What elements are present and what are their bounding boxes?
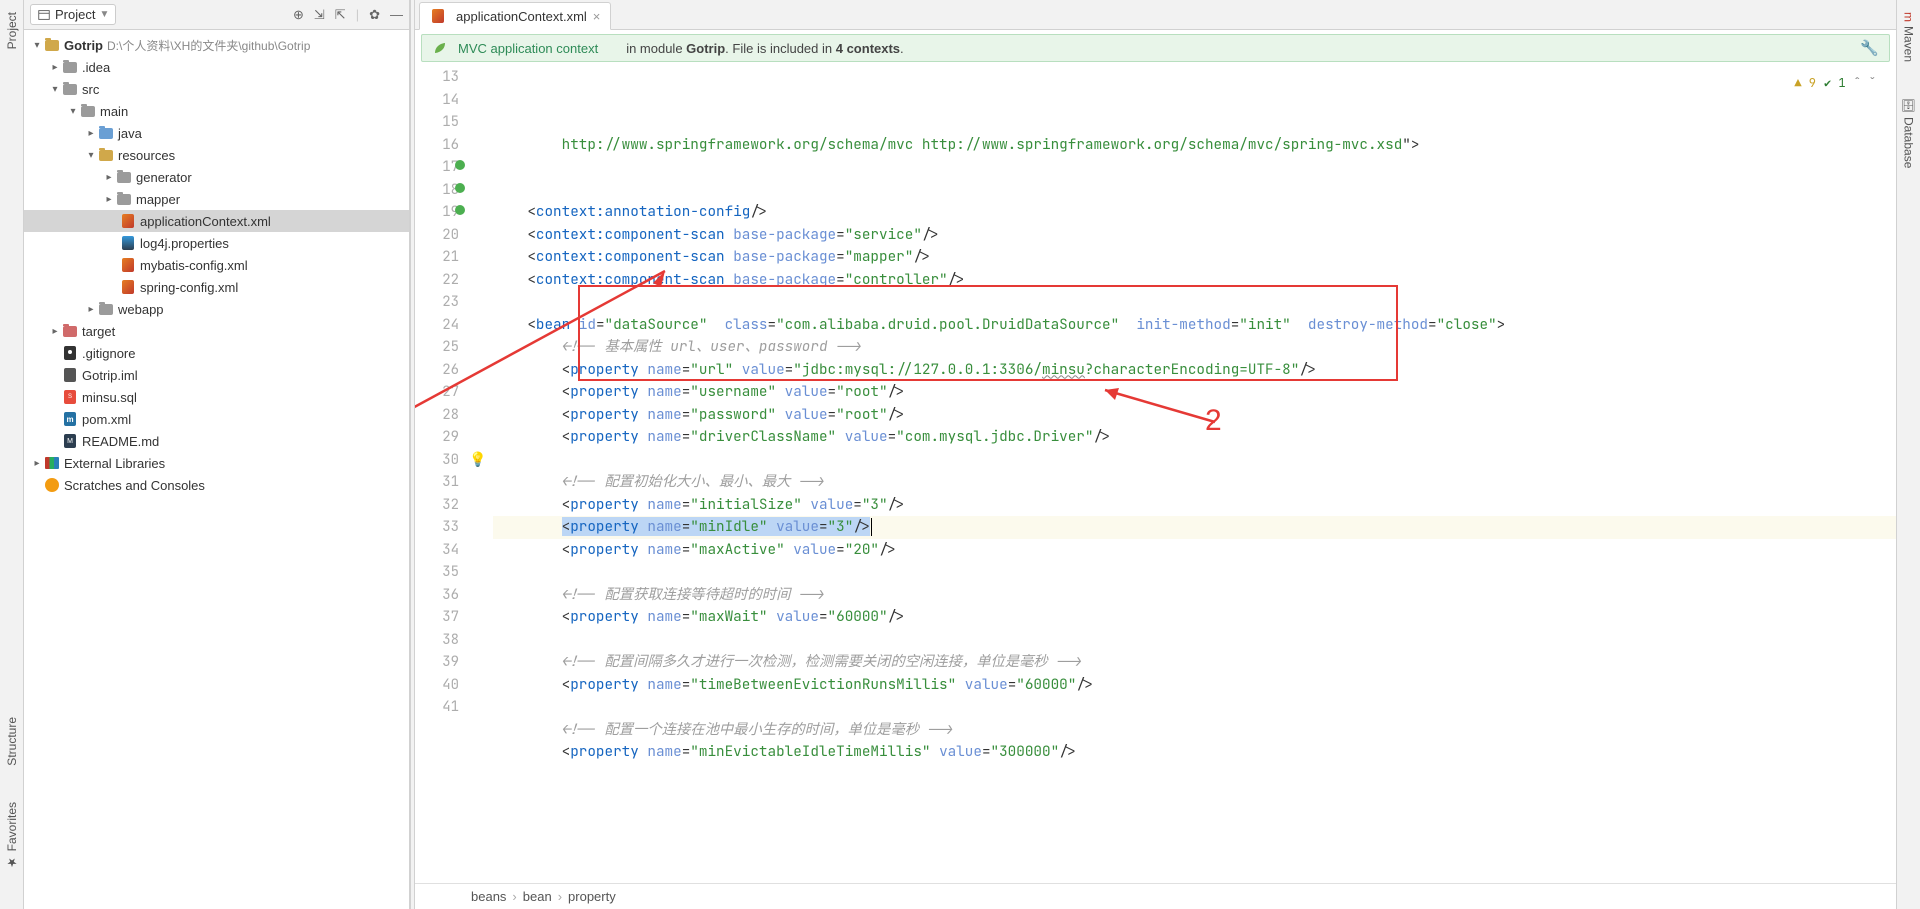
breadcrumbs[interactable]: beans › bean › property [415,883,1896,909]
rail-maven[interactable]: m Maven [1902,6,1916,68]
locate-icon[interactable]: ⊕ [293,7,304,23]
crumb-beans[interactable]: beans [471,889,506,904]
project-tree[interactable]: ▾GotripD:\个人资料\XH的文件夹\github\Gotrip ▸.id… [24,30,409,909]
tree-external[interactable]: ▸External Libraries [24,452,409,474]
xml-icon [430,8,446,24]
sidebar-header: Project ▼ ⊕ ⇲ ⇱ | ✿ — [24,0,409,30]
collapse-icon[interactable]: ⇱ [335,7,346,23]
crumb-property[interactable]: property [568,889,616,904]
inspection-widget[interactable]: ▲ 9 ✔ 1 ˆ ˇ [1794,72,1876,95]
close-tab-icon[interactable]: × [593,9,601,24]
context-banner: MVC application context in module Gotrip… [421,34,1890,62]
tree-java[interactable]: ▸java [24,122,409,144]
settings-icon[interactable]: ✿ [369,7,380,23]
spring-leaf-icon [432,40,448,56]
tree-resources[interactable]: ▾resources [24,144,409,166]
rail-structure[interactable]: Structure [5,711,19,772]
tab-appctx[interactable]: applicationContext.xml × [419,2,611,30]
tree-log4j[interactable]: log4j.properties [24,232,409,254]
tree-spring[interactable]: spring-config.xml [24,276,409,298]
editor-body[interactable]: 1314151617181920212223242526272829303132… [415,66,1896,883]
context-link[interactable]: MVC application context [458,41,598,56]
tree-gitignore[interactable]: .gitignore [24,342,409,364]
hide-icon[interactable]: — [390,7,403,23]
rail-favorites[interactable]: ★ Favorites [5,796,19,875]
tree-readme[interactable]: MREADME.md [24,430,409,452]
crumb-bean[interactable]: bean [523,889,552,904]
tree-sql[interactable]: Sminsu.sql [24,386,409,408]
code-area[interactable]: ▲ 9 ✔ 1 ˆ ˇ http://www.springframework.o… [489,66,1896,883]
project-sidebar: Project ▼ ⊕ ⇲ ⇱ | ✿ — ▾GotripD:\个人资料\XH的… [24,0,410,909]
sidebar-view-selector[interactable]: Project ▼ [30,4,116,25]
rail-project[interactable]: Project [5,6,19,55]
wrench-icon[interactable]: 🔧 [1860,39,1879,57]
tree-generator[interactable]: ▸generator [24,166,409,188]
gutter-icons: 💡 [467,66,489,883]
tree-appctx[interactable]: applicationContext.xml [24,210,409,232]
tree-main[interactable]: ▾main [24,100,409,122]
right-tool-rail: m Maven 🗄 Database [1896,0,1920,909]
tree-webapp[interactable]: ▸webapp [24,298,409,320]
tree-pom[interactable]: mpom.xml [24,408,409,430]
tab-bar: applicationContext.xml × [415,0,1896,30]
editor-area: applicationContext.xml × MVC application… [415,0,1896,909]
tree-mapper[interactable]: ▸mapper [24,188,409,210]
tree-target[interactable]: ▸target [24,320,409,342]
rail-database[interactable]: 🗄 Database [1902,92,1916,175]
tree-mybatis[interactable]: mybatis-config.xml [24,254,409,276]
expand-icon[interactable]: ⇲ [314,7,325,23]
left-tool-rail: Project Structure ★ Favorites [0,0,24,909]
tree-scratch[interactable]: Scratches and Consoles [24,474,409,496]
tree-src[interactable]: ▾src [24,78,409,100]
tree-idea[interactable]: ▸.idea [24,56,409,78]
tree-iml[interactable]: Gotrip.iml [24,364,409,386]
tree-root[interactable]: ▾GotripD:\个人资料\XH的文件夹\github\Gotrip [24,34,409,56]
gutter: 1314151617181920212223242526272829303132… [415,66,467,883]
